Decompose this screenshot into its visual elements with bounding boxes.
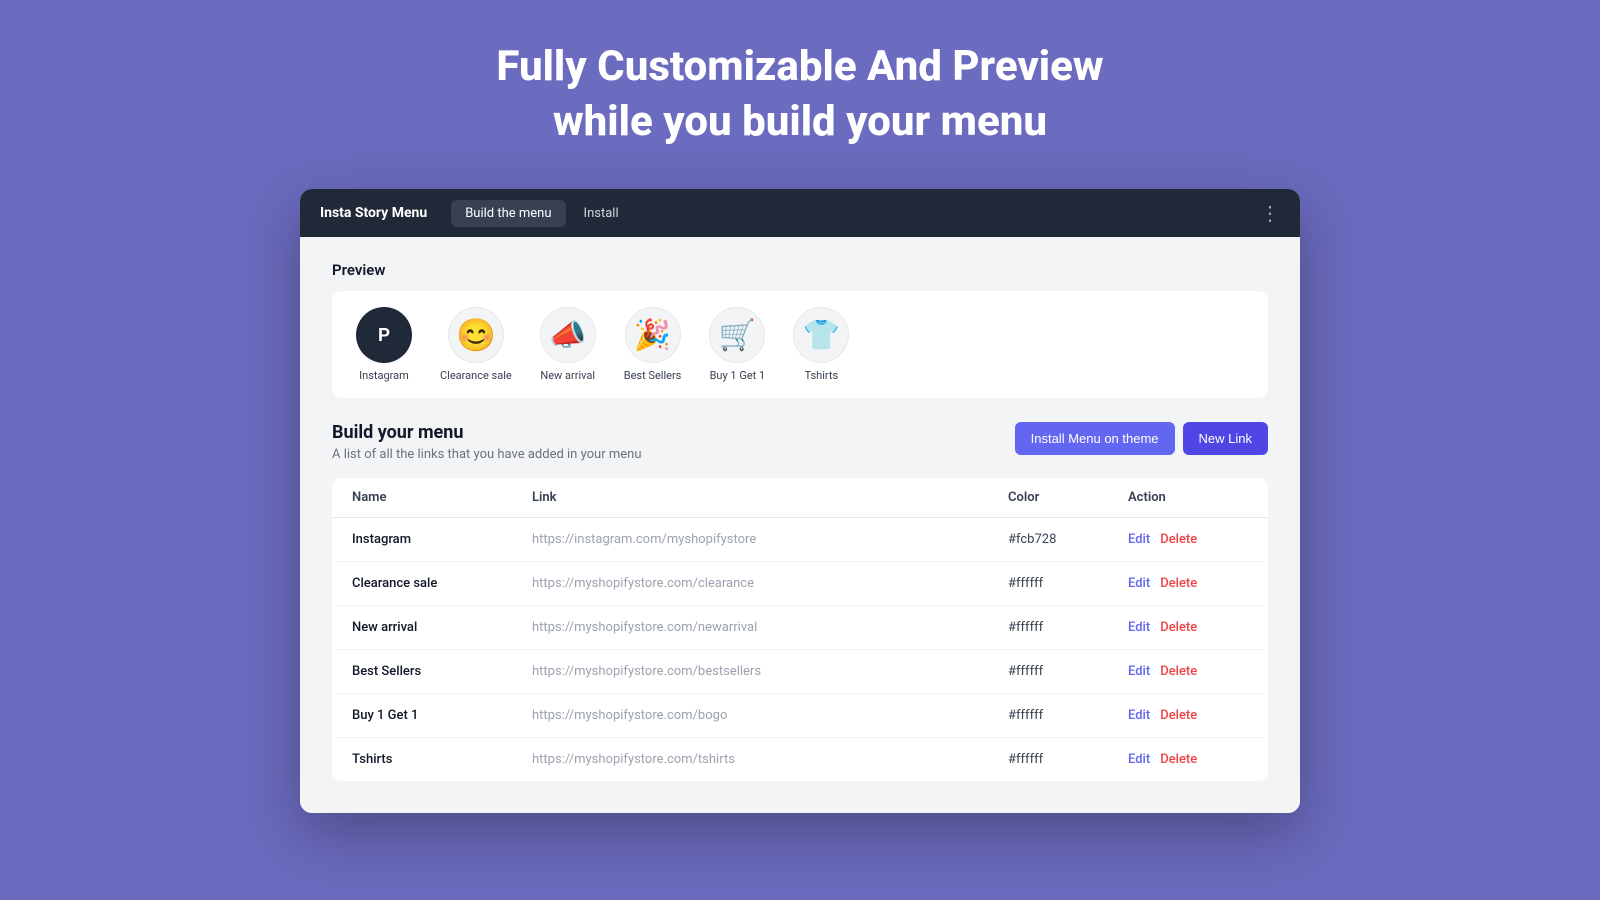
new-link-button[interactable]: New Link xyxy=(1183,422,1268,455)
edit-button[interactable]: Edit xyxy=(1128,708,1150,723)
row-action: Edit Delete xyxy=(1128,752,1248,767)
preview-icon-clearance: 😊 xyxy=(448,307,504,363)
row-link: https://myshopifystore.com/newarrival xyxy=(532,620,1008,635)
table-row: Best Sellers https://myshopifystore.com/… xyxy=(332,650,1268,694)
row-link: https://myshopifystore.com/bestsellers xyxy=(532,664,1008,679)
col-header-color: Color xyxy=(1008,490,1128,505)
row-name: Best Sellers xyxy=(352,664,532,679)
build-subtitle: A list of all the links that you have ad… xyxy=(332,447,642,462)
tab-install[interactable]: Install xyxy=(570,200,633,227)
row-action: Edit Delete xyxy=(1128,576,1248,591)
row-link: https://myshopifystore.com/clearance xyxy=(532,576,1008,591)
row-link: https://myshopifystore.com/bogo xyxy=(532,708,1008,723)
row-action: Edit Delete xyxy=(1128,620,1248,635)
menu-table: Name Link Color Action Instagram https:/… xyxy=(332,478,1268,781)
row-color: #ffffff xyxy=(1008,576,1128,591)
build-actions: Install Menu on theme New Link xyxy=(1015,422,1268,455)
row-name: Clearance sale xyxy=(352,576,532,591)
row-color: #ffffff xyxy=(1008,620,1128,635)
preview-name-clearance: Clearance sale xyxy=(440,369,512,382)
row-color: #ffffff xyxy=(1008,708,1128,723)
row-color: #fcb728 xyxy=(1008,532,1128,547)
row-name: New arrival xyxy=(352,620,532,635)
preview-name-bogo: Buy 1 Get 1 xyxy=(710,369,766,382)
preview-icon-bestsellers: 🎉 xyxy=(625,307,681,363)
page-background: Fully Customizable And Preview while you… xyxy=(0,0,1600,900)
edit-button[interactable]: Edit xyxy=(1128,664,1150,679)
build-title: Build your menu xyxy=(332,422,642,443)
preview-icon-bogo: 🛒 xyxy=(709,307,765,363)
row-link: https://instagram.com/myshopifystore xyxy=(532,532,1008,547)
delete-button[interactable]: Delete xyxy=(1160,532,1197,547)
preview-strip: P Instagram 😊 Clearance sale 📣 New arriv… xyxy=(332,291,1268,398)
preview-name-instagram: Instagram xyxy=(359,369,409,382)
more-menu-icon[interactable]: ⋮ xyxy=(1260,201,1280,225)
table-row: Clearance sale https://myshopifystore.co… xyxy=(332,562,1268,606)
preview-label: Preview xyxy=(332,261,1268,279)
row-name: Tshirts xyxy=(352,752,532,767)
nav-brand: Insta Story Menu xyxy=(320,205,427,221)
row-action: Edit Delete xyxy=(1128,664,1248,679)
table-row: Instagram https://instagram.com/myshopif… xyxy=(332,518,1268,562)
col-header-name: Name xyxy=(352,490,532,505)
edit-button[interactable]: Edit xyxy=(1128,752,1150,767)
table-row: New arrival https://myshopifystore.com/n… xyxy=(332,606,1268,650)
row-name: Instagram xyxy=(352,532,532,547)
delete-button[interactable]: Delete xyxy=(1160,620,1197,635)
svg-text:P: P xyxy=(378,325,390,345)
row-action: Edit Delete xyxy=(1128,532,1248,547)
preview-item-clearance[interactable]: 😊 Clearance sale xyxy=(440,307,512,382)
main-headline: Fully Customizable And Preview while you… xyxy=(496,40,1103,149)
preview-name-tshirts: Tshirts xyxy=(805,369,839,382)
row-name: Buy 1 Get 1 xyxy=(352,708,532,723)
row-link: https://myshopifystore.com/tshirts xyxy=(532,752,1008,767)
preview-item-newarrival[interactable]: 📣 New arrival xyxy=(540,307,596,382)
preview-icon-instagram: P xyxy=(356,307,412,363)
nav-tabs: Build the menu Install xyxy=(451,200,1260,227)
build-header: Build your menu A list of all the links … xyxy=(332,422,1268,462)
nav-bar: Insta Story Menu Build the menu Install … xyxy=(300,189,1300,237)
preview-name-bestsellers: Best Sellers xyxy=(624,369,682,382)
preview-item-bestsellers[interactable]: 🎉 Best Sellers xyxy=(624,307,682,382)
row-action: Edit Delete xyxy=(1128,708,1248,723)
edit-button[interactable]: Edit xyxy=(1128,576,1150,591)
preview-item-instagram[interactable]: P Instagram xyxy=(356,307,412,382)
tab-build-menu[interactable]: Build the menu xyxy=(451,200,565,227)
edit-button[interactable]: Edit xyxy=(1128,532,1150,547)
preview-item-tshirts[interactable]: 👕 Tshirts xyxy=(793,307,849,382)
row-color: #ffffff xyxy=(1008,752,1128,767)
preview-icon-newarrival: 📣 xyxy=(540,307,596,363)
delete-button[interactable]: Delete xyxy=(1160,664,1197,679)
table-row: Buy 1 Get 1 https://myshopifystore.com/b… xyxy=(332,694,1268,738)
build-title-group: Build your menu A list of all the links … xyxy=(332,422,642,462)
delete-button[interactable]: Delete xyxy=(1160,708,1197,723)
table-header: Name Link Color Action xyxy=(332,478,1268,518)
delete-button[interactable]: Delete xyxy=(1160,576,1197,591)
preview-name-newarrival: New arrival xyxy=(540,369,595,382)
edit-button[interactable]: Edit xyxy=(1128,620,1150,635)
delete-button[interactable]: Delete xyxy=(1160,752,1197,767)
col-header-link: Link xyxy=(532,490,1008,505)
install-menu-button[interactable]: Install Menu on theme xyxy=(1015,422,1175,455)
row-color: #ffffff xyxy=(1008,664,1128,679)
table-row: Tshirts https://myshopifystore.com/tshir… xyxy=(332,738,1268,781)
preview-icon-tshirts: 👕 xyxy=(793,307,849,363)
app-window: Insta Story Menu Build the menu Install … xyxy=(300,189,1300,813)
content-area: Preview P Instagram 😊 Clearance sale xyxy=(300,237,1300,813)
preview-item-bogo[interactable]: 🛒 Buy 1 Get 1 xyxy=(709,307,765,382)
col-header-action: Action xyxy=(1128,490,1248,505)
